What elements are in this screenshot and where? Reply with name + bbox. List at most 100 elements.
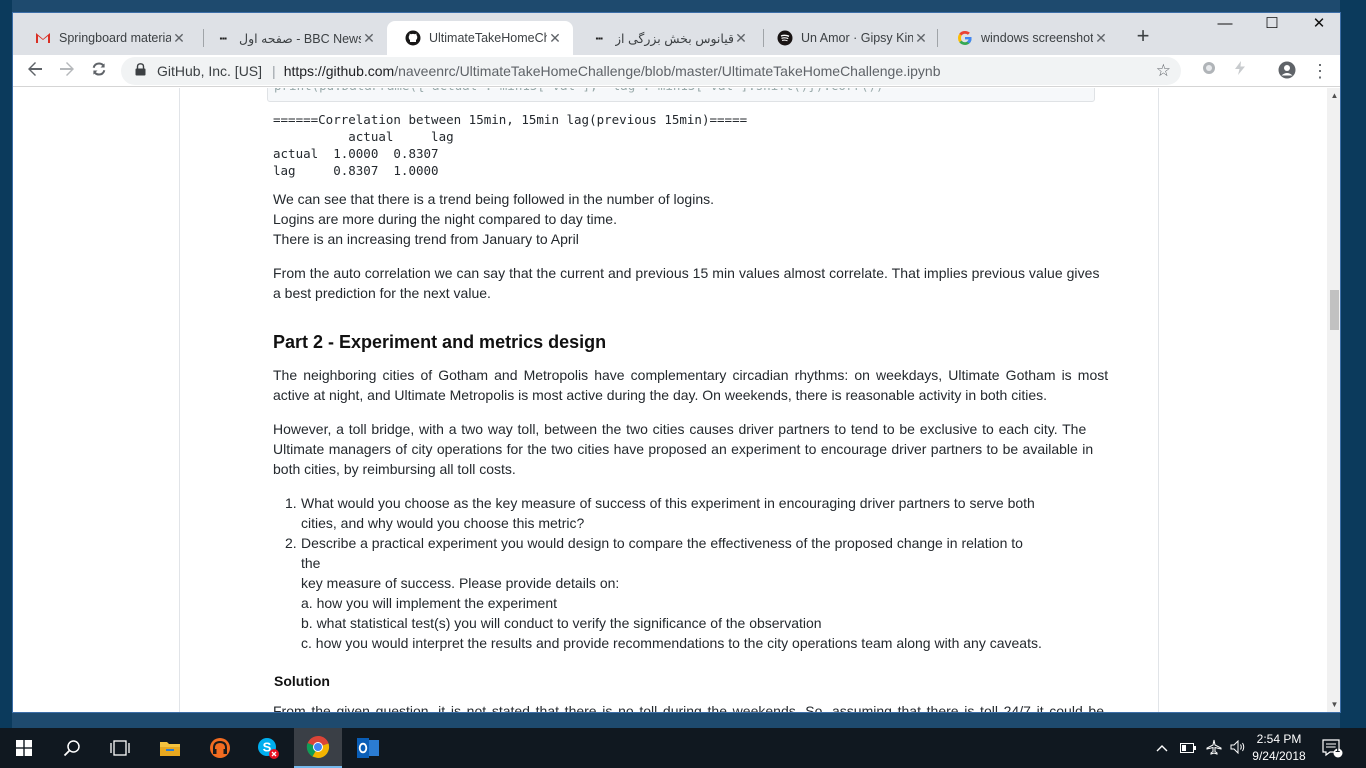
new-tab-button[interactable]: + [1131, 25, 1155, 49]
tab-title: UltimateTakeHomeCha [429, 31, 547, 45]
correlation-output: ======Correlation between 15min, 15min l… [273, 111, 747, 179]
reload-icon[interactable] [87, 59, 111, 83]
extension-bolt-icon[interactable] [1229, 61, 1251, 83]
text-line: both cities, by reimbursing all toll cos… [273, 461, 516, 477]
chrome-window: Springboard material - ✕ ▪▪▪ صفحه اول - … [12, 12, 1341, 713]
extension-circle-icon[interactable] [1198, 61, 1220, 83]
scroll-down-icon[interactable]: ▼ [1330, 700, 1339, 709]
text-line: Ultimate managers of city operations for… [273, 441, 1094, 457]
tab-spotify[interactable]: Un Amor · Gipsy Kings ✕ [759, 21, 939, 55]
autocorrelation-paragraph: From the auto correlation we can say tha… [273, 263, 1099, 303]
browser-toolbar: GitHub, Inc. [US] | https://github.com/n… [13, 55, 1340, 87]
desktop-background-right [1340, 0, 1366, 728]
file-explorer-icon[interactable] [146, 728, 194, 768]
solution-paragraph: From the given question, it is not state… [273, 701, 1105, 713]
part2-heading: Part 2 - Experiment and metrics design [273, 332, 607, 352]
close-icon[interactable]: ✕ [361, 30, 377, 47]
close-window-icon[interactable]: ✕ [1296, 13, 1340, 35]
text-line: From the auto correlation we can say tha… [273, 265, 1100, 281]
battery-icon[interactable] [1180, 741, 1196, 756]
text-line: b. what statistical test(s) you will con… [301, 615, 822, 631]
tab-gmail[interactable]: Springboard material - ✕ [17, 21, 197, 55]
text-line: key measure of success. Please provide d… [301, 575, 620, 591]
action-center-icon[interactable]: 1 [1322, 728, 1344, 768]
chrome-taskbar-icon[interactable] [294, 728, 342, 768]
toll-bridge-paragraph: However, a toll bridge, with a two way t… [273, 419, 1099, 479]
cities-paragraph: The neighboring cities of Gotham and Met… [273, 365, 1109, 405]
tab-title: Un Amor · Gipsy Kings [801, 31, 913, 45]
list-number: 1. [285, 495, 297, 511]
tab-bbc-news[interactable]: ▪▪▪ صفحه اول - BBC News ✕ [197, 21, 387, 55]
clock-date: 9/24/2018 [1252, 749, 1306, 763]
tab-title: اقیانوس بخش بزرگی از [615, 31, 733, 46]
minimize-icon[interactable]: — [1202, 13, 1248, 35]
text-line: Describe a practical experiment you woul… [301, 535, 1023, 571]
headphones-app-icon[interactable] [196, 728, 244, 768]
spotify-icon [777, 30, 793, 46]
close-icon[interactable]: ✕ [1093, 30, 1109, 47]
tab-separator [937, 29, 938, 47]
list-item: 2. Describe a practical experiment you w… [285, 533, 1045, 653]
windows-taskbar: S 2:54 PM 9/24/2018 1 [0, 728, 1366, 768]
chrome-menu-icon[interactable]: ⋮ [1309, 61, 1331, 83]
text-line: Logins are more during the night compare… [273, 211, 617, 227]
bbc-icon: ▪▪▪ [595, 33, 603, 43]
airplane-mode-icon[interactable] [1206, 739, 1222, 758]
address-bar[interactable]: GitHub, Inc. [US] | https://github.com/n… [121, 57, 1181, 85]
forward-arrow-icon[interactable] [55, 59, 79, 83]
scroll-up-icon[interactable]: ▲ [1330, 91, 1339, 100]
output-line: lag 0.8307 1.0000 [273, 163, 439, 178]
text-line: cities, and why would you choose this me… [301, 515, 585, 531]
notification-count: 1 [1335, 744, 1341, 754]
tab-google[interactable]: windows screenshot - ✕ [939, 21, 1119, 55]
close-icon[interactable]: ✕ [913, 30, 929, 47]
output-line: actual 1.0000 0.8307 [273, 146, 439, 161]
text-line: However, a toll bridge, with a two way t… [273, 421, 1087, 437]
tab-title: صفحه اول - BBC News [239, 31, 361, 46]
code-cell: print(pd.DataFrame({'actual': min15['val… [267, 88, 1095, 102]
site-identity: GitHub, Inc. [US] [157, 63, 263, 79]
chevron-up-icon[interactable] [1156, 741, 1168, 755]
text-line: From the given question, it is not state… [273, 703, 1105, 713]
tab-strip: Springboard material - ✕ ▪▪▪ صفحه اول - … [13, 13, 1340, 55]
text-line: The neighboring cities of Gotham and Met… [273, 367, 1109, 383]
output-line: actual lag [273, 129, 454, 144]
tab-bbc-persian[interactable]: ▪▪▪ اقیانوس بخش بزرگی از ✕ [573, 21, 759, 55]
solution-heading: Solution [274, 673, 330, 689]
container-border-left [179, 88, 180, 712]
taskbar-clock[interactable]: 2:54 PM 9/24/2018 [1244, 731, 1314, 765]
search-icon[interactable] [48, 728, 96, 768]
url-origin: https://github.com [283, 63, 395, 79]
questions-list: 1. What would you choose as the key meas… [285, 493, 1045, 653]
windows-start-icon[interactable] [0, 728, 48, 768]
google-icon [957, 30, 973, 46]
close-icon[interactable]: ✕ [547, 30, 563, 47]
account-icon[interactable] [1276, 61, 1298, 83]
tab-title: windows screenshot - [981, 31, 1093, 45]
close-icon[interactable]: ✕ [733, 30, 749, 47]
desktop-background-left [0, 0, 12, 728]
observations-paragraph: We can see that there is a trend being f… [273, 189, 1099, 249]
url-separator: | [272, 63, 276, 79]
bookmark-star-icon[interactable]: ☆ [1156, 61, 1171, 81]
back-arrow-icon[interactable] [23, 59, 47, 83]
github-icon [405, 30, 421, 46]
close-icon[interactable]: ✕ [171, 30, 187, 47]
tab-github-active[interactable]: UltimateTakeHomeCha ✕ [387, 21, 573, 55]
gmail-icon [35, 30, 51, 46]
system-tray [1156, 728, 1246, 768]
tab-title: Springboard material - [59, 31, 171, 45]
text-line: There is an increasing trend from Januar… [273, 231, 579, 247]
url-text: https://github.com/naveenrc/UltimateTake… [284, 63, 941, 79]
scroll-thumb[interactable] [1330, 290, 1339, 330]
text-line: What would you choose as the key measure… [301, 495, 1035, 511]
vertical-scrollbar[interactable]: ▲ ▼ [1327, 88, 1340, 712]
task-view-icon[interactable] [96, 728, 144, 768]
outlook-icon[interactable] [344, 728, 392, 768]
output-line: ======Correlation between 15min, 15min l… [273, 112, 748, 127]
text-line: a best prediction for the next value. [273, 285, 491, 301]
maximize-icon[interactable]: ☐ [1249, 13, 1295, 35]
skype-icon[interactable]: S [244, 728, 292, 768]
list-number: 2. [285, 535, 297, 551]
url-path: /naveenrc/UltimateTakeHomeChallenge/blob… [394, 63, 941, 79]
